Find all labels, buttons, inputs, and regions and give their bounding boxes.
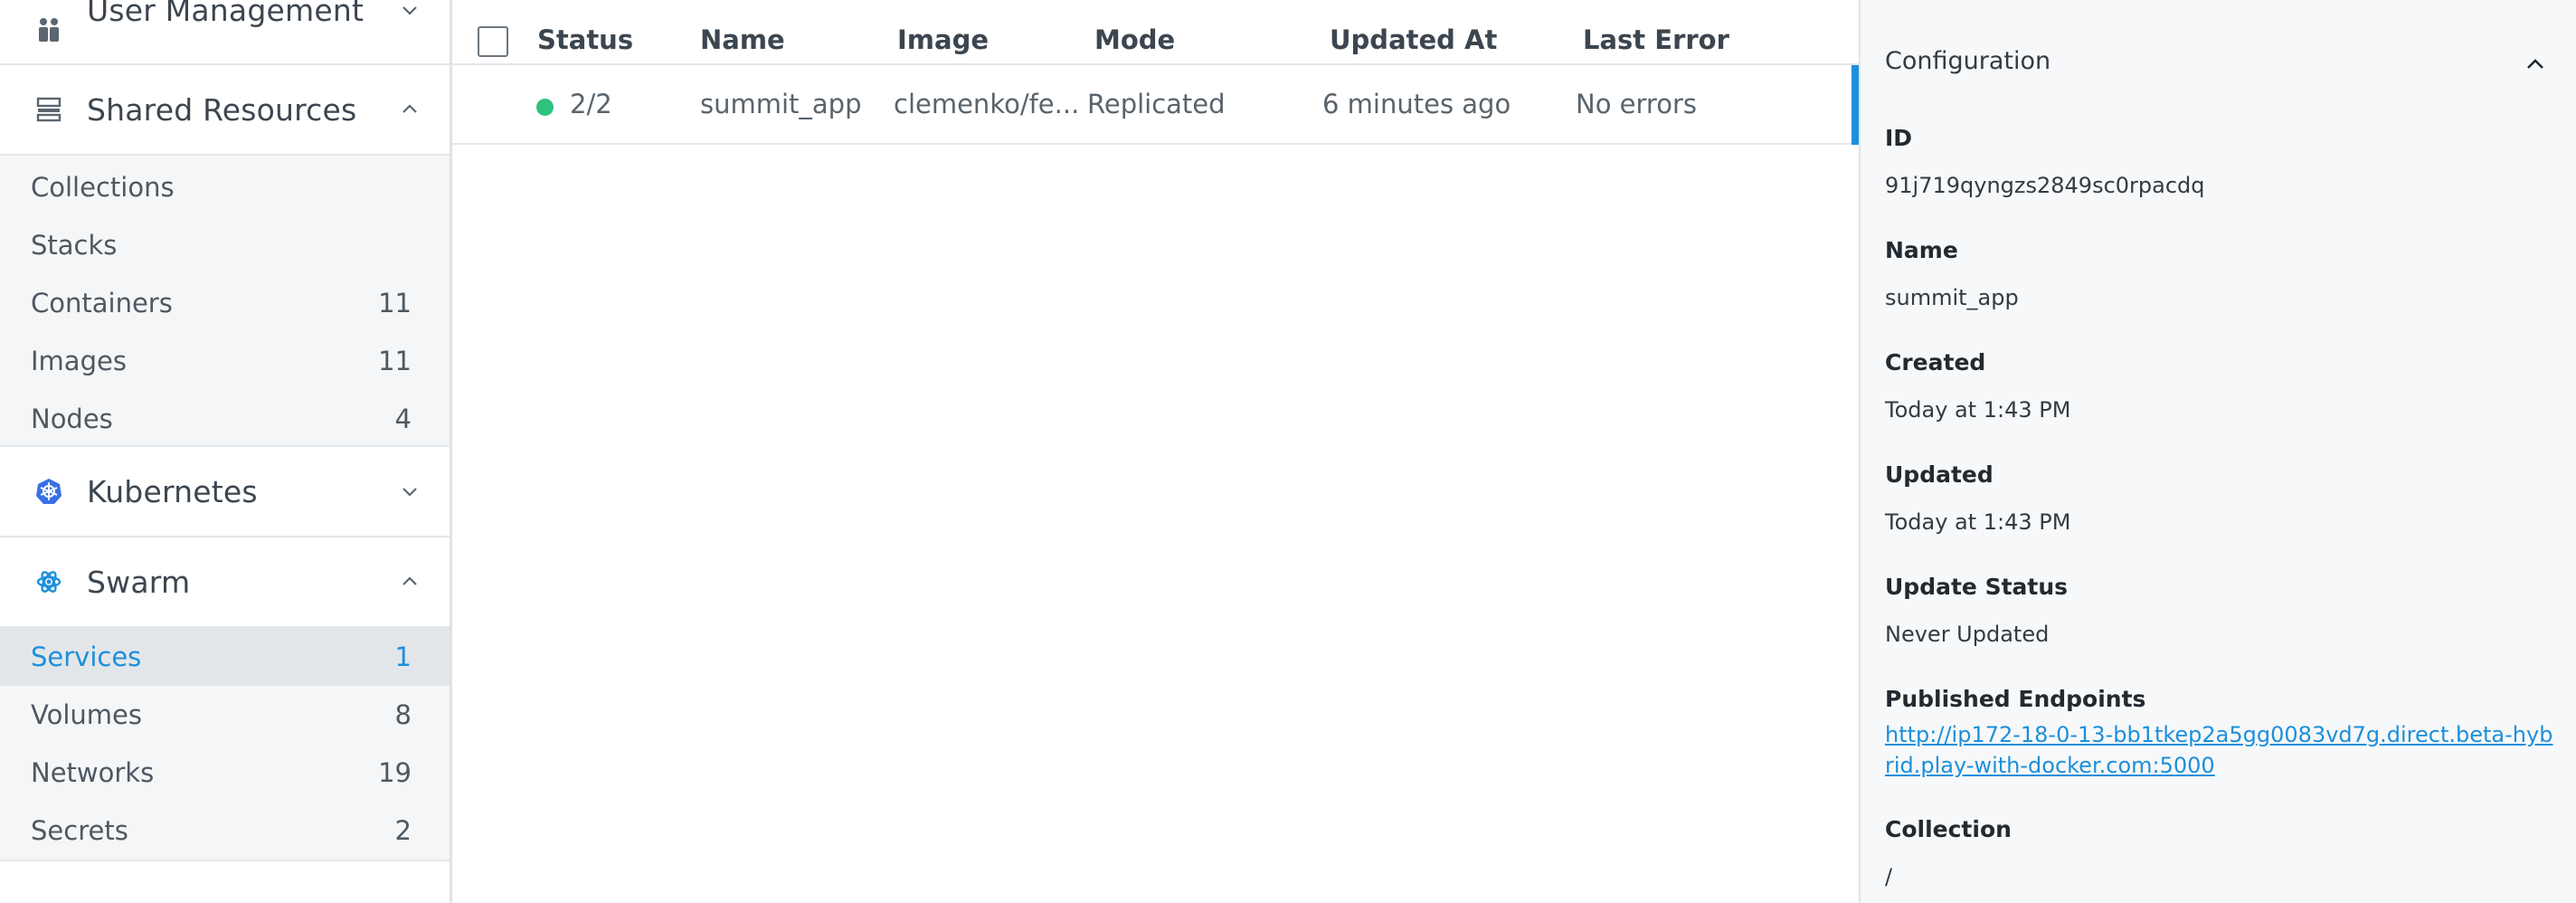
sidebar-item-label: Secrets	[31, 815, 128, 846]
configuration-header[interactable]: Configuration	[1861, 0, 2576, 123]
sidebar-item-networks[interactable]: Networks 19	[0, 744, 450, 802]
column-header-status[interactable]: Status	[537, 24, 633, 55]
cell-name: summit_app	[700, 89, 862, 119]
field-value: /	[1885, 864, 1893, 889]
sidebar-item-count: 4	[394, 404, 412, 434]
field-update-status: Update Status Never Updated	[1885, 574, 2572, 647]
services-table: Status Name Image Mode Updated At Last E…	[452, 0, 1859, 903]
cell-status: 2/2	[570, 89, 612, 119]
app-root: User Management Shared Resources Collect…	[0, 0, 2576, 903]
field-label: Update Status	[1885, 574, 2069, 600]
field-label: ID	[1885, 125, 1913, 151]
sidebar-section-label: Kubernetes	[87, 473, 258, 509]
sidebar-item-label: Services	[31, 642, 142, 672]
sidebar-item-services[interactable]: Services 1	[0, 628, 450, 686]
stack-icon	[31, 91, 67, 128]
shared-resources-list: Collections Stacks Containers 11 Images …	[0, 156, 450, 447]
sidebar-item-label: Containers	[31, 288, 173, 318]
sidebar-item-stacks[interactable]: Stacks	[0, 216, 450, 274]
sidebar-item-nodes[interactable]: Nodes 4	[0, 390, 450, 448]
swarm-list: Services 1 Volumes 8 Networks 19 Secrets…	[0, 628, 450, 861]
cell-mode: Replicated	[1087, 89, 1226, 119]
status-ok-icon	[536, 99, 554, 116]
field-value: Never Updated	[1885, 622, 2050, 647]
sidebar-item-label: Volumes	[31, 699, 142, 730]
endpoint-link[interactable]: http://ip172-18-0-13-bb1tkep2a5gg0083vd7…	[1885, 719, 2554, 781]
column-header-last-error[interactable]: Last Error	[1583, 24, 1729, 55]
sidebar-item-label: Networks	[31, 757, 155, 788]
column-header-image[interactable]: Image	[897, 24, 989, 55]
field-value: Today at 1:43 PM	[1885, 509, 2071, 535]
sidebar-section-label: Shared Resources	[87, 91, 357, 128]
table-header: Status Name Image Mode Updated At Last E…	[452, 0, 1859, 65]
sidebar-item-collections[interactable]: Collections	[0, 158, 450, 216]
selected-row-indicator	[1852, 65, 1859, 145]
sidebar-section-user-management[interactable]: User Management	[0, 0, 450, 65]
sidebar-item-label: Images	[31, 346, 127, 376]
table-row[interactable]: 2/2 summit_app clemenko/fe... Replicated…	[452, 65, 1859, 145]
sidebar-section-kubernetes[interactable]: Kubernetes	[0, 447, 450, 537]
cell-image: clemenko/fe...	[894, 89, 1080, 119]
sidebar-item-label: Nodes	[31, 404, 113, 434]
sidebar-section-swarm[interactable]: Swarm	[0, 537, 450, 628]
field-label: Updated	[1885, 461, 1994, 488]
sidebar-item-images[interactable]: Images 11	[0, 332, 450, 390]
kubernetes-icon	[31, 473, 67, 509]
field-published-endpoints: Published Endpoints http://ip172-18-0-13…	[1885, 686, 2572, 781]
users-icon	[31, 14, 67, 50]
field-label: Name	[1885, 237, 1958, 263]
sidebar-item-containers[interactable]: Containers 11	[0, 274, 450, 332]
cell-updated-at: 6 minutes ago	[1322, 89, 1511, 119]
sidebar-item-count: 8	[394, 699, 412, 730]
field-label: Created	[1885, 349, 1986, 375]
sidebar-item-label: Stacks	[31, 230, 118, 261]
sidebar-item-label: Collections	[31, 172, 175, 203]
sidebar-item-count: 11	[378, 346, 412, 376]
panel-title: Configuration	[1885, 47, 2051, 75]
chevron-up-icon[interactable]	[2525, 54, 2545, 74]
chevron-down-icon[interactable]	[401, 1, 419, 19]
sidebar-item-secrets[interactable]: Secrets 2	[0, 802, 450, 860]
field-value: 91j719qyngzs2849sc0rpacdq	[1885, 173, 2205, 198]
field-value: Today at 1:43 PM	[1885, 397, 2071, 423]
sidebar-section-shared-resources[interactable]: Shared Resources	[0, 65, 450, 156]
select-all-checkbox[interactable]	[478, 26, 508, 57]
field-label: Published Endpoints	[1885, 686, 2146, 712]
sidebar-section-label: Swarm	[87, 564, 191, 600]
chevron-up-icon[interactable]	[401, 573, 419, 591]
sidebar-item-count: 19	[378, 757, 412, 788]
details-panel: Configuration ID 91j719qyngzs2849sc0rpac…	[1859, 0, 2576, 903]
chevron-down-icon[interactable]	[401, 482, 419, 500]
cell-last-error: No errors	[1576, 89, 1697, 119]
field-updated: Updated Today at 1:43 PM	[1885, 461, 2572, 535]
field-id: ID 91j719qyngzs2849sc0rpacdq	[1885, 125, 2572, 198]
column-header-updated-at[interactable]: Updated At	[1330, 24, 1497, 55]
field-label: Collection	[1885, 816, 2012, 842]
chevron-up-icon[interactable]	[401, 100, 419, 119]
sidebar-item-volumes[interactable]: Volumes 8	[0, 686, 450, 744]
field-collection: Collection /	[1885, 816, 2572, 889]
sidebar-item-count: 1	[394, 642, 412, 672]
sidebar-section-label: User Management	[87, 0, 365, 28]
field-created: Created Today at 1:43 PM	[1885, 349, 2572, 423]
field-name: Name summit_app	[1885, 237, 2572, 310]
sidebar-item-count: 2	[394, 815, 412, 846]
swarm-icon	[31, 564, 67, 600]
column-header-mode[interactable]: Mode	[1094, 24, 1175, 55]
sidebar-item-count: 11	[378, 288, 412, 318]
sidebar: User Management Shared Resources Collect…	[0, 0, 452, 903]
column-header-name[interactable]: Name	[700, 24, 785, 55]
field-value: summit_app	[1885, 285, 2019, 310]
